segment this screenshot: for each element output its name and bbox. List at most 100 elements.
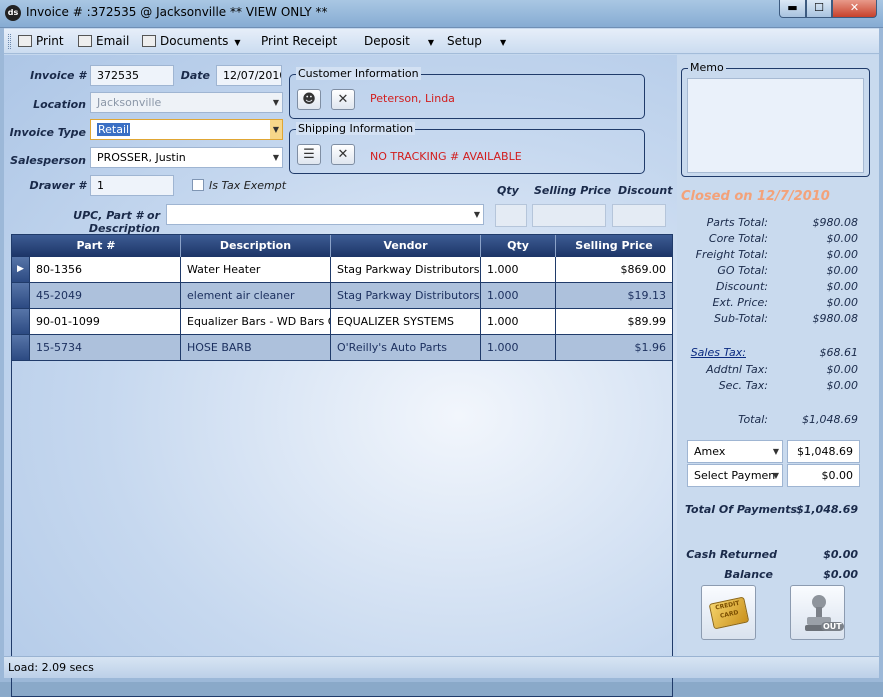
list-icon: ☰	[303, 147, 315, 162]
shipping-edit-button[interactable]: ☰	[297, 144, 321, 165]
cell-vendor: EQUALIZER SYSTEMS	[331, 309, 481, 334]
tax-exempt-checkbox[interactable]	[192, 179, 204, 191]
payment-method-select-2[interactable]: Select Paymen ▼	[687, 464, 783, 487]
table-row[interactable]: ▶ 80-1356 Water Heater Stag Parkway Dist…	[12, 257, 672, 283]
qty-input[interactable]	[495, 204, 527, 227]
setup-label: Setup	[447, 34, 482, 48]
memo-group: Memo	[681, 61, 870, 177]
go-total-value: $0.00	[826, 264, 859, 277]
invoice-number-field[interactable]: 372535	[90, 65, 174, 86]
customer-clear-button[interactable]: ✕	[331, 89, 355, 110]
core-total-value: $0.00	[826, 232, 859, 245]
header-vendor[interactable]: Vendor	[331, 235, 481, 257]
cell-vendor: Stag Parkway Distributors	[331, 283, 481, 308]
print-button[interactable]: Print	[18, 34, 64, 48]
documents-icon	[142, 35, 156, 47]
addtnl-tax-value: $0.00	[826, 363, 859, 376]
shipping-clear-button[interactable]: ✕	[331, 144, 355, 165]
discount-input[interactable]	[612, 204, 666, 227]
row-selector[interactable]	[12, 309, 30, 334]
total-payments-value: $1,048.69	[796, 503, 858, 516]
chevron-down-icon: ▼	[270, 120, 282, 139]
discount-total-label: Discount:	[716, 280, 768, 293]
memo-textarea[interactable]	[687, 78, 864, 173]
subtotal-value: $980.08	[812, 312, 859, 325]
selling-price-input[interactable]	[532, 204, 606, 227]
location-select[interactable]: Jacksonville ▼	[90, 92, 283, 113]
header-selling-price[interactable]: Selling Price	[556, 235, 672, 257]
closed-status: Closed on 12/7/2010	[681, 189, 830, 204]
maximize-button[interactable]: ☐	[806, 0, 832, 18]
print-receipt-button[interactable]: Print Receipt	[261, 34, 337, 48]
total-payments-label: Total Of Payments	[684, 503, 797, 516]
payment-amount-1[interactable]: $1,048.69	[787, 440, 860, 463]
qty-header: Qty	[497, 184, 519, 197]
header-description[interactable]: Description	[181, 235, 331, 257]
upc-label: UPC, Part # or Description	[73, 209, 160, 235]
chevron-down-icon: ▼	[427, 38, 435, 47]
table-row[interactable]: 15-5734 HOSE BARB O'Reilly's Auto Parts …	[12, 335, 672, 361]
sales-tax-link[interactable]: Sales Tax:	[653, 346, 746, 359]
invoice-type-select[interactable]: Retail ▼	[90, 119, 283, 140]
drawer-field[interactable]: 1	[90, 175, 174, 196]
documents-menu[interactable]: Documents ▼	[142, 34, 241, 48]
balance-label: Balance	[724, 568, 773, 581]
title-bar: ds Invoice # :372535 @ Jacksonville ** V…	[0, 0, 883, 28]
checkout-stamp-button[interactable]: OUT	[790, 585, 845, 640]
total-label: Total:	[738, 413, 768, 426]
row-selector-arrow-icon[interactable]: ▶	[12, 257, 30, 282]
credit-card-payment-button[interactable]: CREDIT CARD	[701, 585, 756, 640]
freight-total-value: $0.00	[826, 248, 859, 261]
date-label: Date	[180, 69, 210, 82]
print-label: Print	[36, 34, 64, 48]
upc-search-select[interactable]: ▼	[166, 204, 484, 225]
invoice-label: Invoice #	[30, 69, 86, 82]
close-icon: ✕	[337, 92, 349, 107]
payment-amount-2[interactable]: $0.00	[787, 464, 860, 487]
app-logo-icon: ds	[5, 5, 21, 21]
cell-price: $89.99	[627, 315, 667, 328]
deposit-menu[interactable]: Deposit ▼	[364, 34, 434, 48]
freight-total-label: Freight Total:	[695, 248, 768, 261]
tracking-status: NO TRACKING # AVAILABLE	[370, 150, 522, 163]
chevron-down-icon: ▼	[272, 153, 279, 162]
invoice-type-label: Invoice Type	[9, 126, 86, 139]
header-part[interactable]: Part #	[12, 235, 181, 257]
person-icon: ☻	[302, 92, 316, 107]
discount-total-value: $0.00	[826, 280, 859, 293]
drawer-label: Drawer #	[29, 179, 86, 192]
cell-qty: 1.000	[481, 283, 556, 308]
cell-qty: 1.000	[481, 257, 556, 282]
cell-price: $19.13	[627, 289, 667, 302]
core-total-label: Core Total:	[708, 232, 768, 245]
invoice-type-value: Retail	[97, 123, 131, 136]
toolbar: Print Email Documents ▼ Print Receipt Dep…	[4, 29, 879, 54]
table-row[interactable]: 90-01-1099 Equalizer Bars - WD Bars O EQ…	[12, 309, 672, 335]
location-value: Jacksonville	[97, 96, 162, 109]
close-button[interactable]: ✕	[832, 0, 877, 18]
email-icon	[78, 35, 92, 47]
grid-header: Part # Description Vendor Qty Selling Pr…	[12, 235, 672, 257]
payment-method-select-1[interactable]: Amex ▼	[687, 440, 783, 463]
date-field[interactable]: 12/07/2010	[216, 65, 282, 86]
header-qty[interactable]: Qty	[481, 235, 556, 257]
row-selector[interactable]	[12, 283, 30, 308]
tax-exempt-label: Is Tax Exempt	[209, 179, 287, 192]
email-button[interactable]: Email	[78, 34, 129, 48]
customer-lookup-button[interactable]: ☻	[297, 89, 321, 110]
row-selector[interactable]	[12, 335, 30, 360]
table-row[interactable]: 45-2049 element air cleaner Stag Parkway…	[12, 283, 672, 309]
cash-returned-value: $0.00	[823, 548, 858, 561]
minimize-button[interactable]: ▬	[779, 0, 806, 18]
chevron-down-icon: ▼	[272, 98, 279, 107]
email-label: Email	[96, 34, 130, 48]
salesperson-select[interactable]: PROSSER, Justin ▼	[90, 147, 283, 168]
chevron-down-icon: ▼	[473, 210, 480, 219]
setup-menu[interactable]: Setup ▼	[447, 34, 506, 48]
credit-card-icon: CREDIT CARD	[708, 596, 750, 630]
shipping-info-group: Shipping Information ☰ ✕ NO TRACKING # A…	[289, 122, 645, 174]
balance-value: $0.00	[823, 568, 858, 581]
invoice-content: Invoice # 372535 Date 12/07/2010 Locatio…	[4, 55, 879, 697]
cell-vendor: Stag Parkway Distributors	[331, 257, 481, 282]
payment-method-2-value: Select Paymen	[694, 469, 776, 482]
